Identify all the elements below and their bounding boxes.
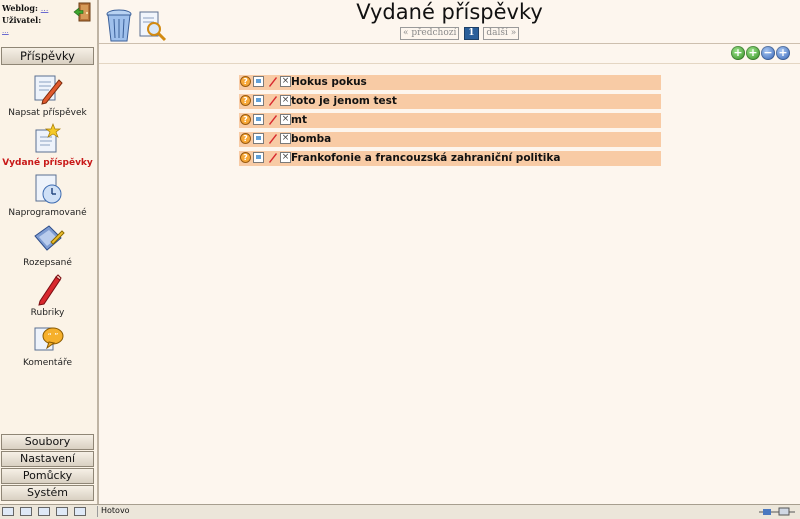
composer-icon[interactable] bbox=[38, 507, 50, 516]
group-button-files[interactable]: Soubory bbox=[1, 434, 94, 450]
pager-next[interactable]: další » bbox=[483, 27, 520, 40]
sidebar-item-comments[interactable]: “ ” Komentáře bbox=[0, 322, 95, 368]
list-item: ? × toto je jenom test bbox=[239, 94, 661, 109]
edit-pencil-icon[interactable] bbox=[267, 114, 278, 125]
post-title[interactable]: mt bbox=[291, 113, 307, 128]
published-posts-icon bbox=[35, 123, 61, 153]
group-button-posts[interactable]: Příspěvky bbox=[1, 47, 94, 65]
edit-pencil-icon[interactable] bbox=[267, 152, 278, 163]
action-buttons: + + − + bbox=[731, 46, 791, 62]
list-item: ? × bomba bbox=[239, 132, 661, 147]
status-text: Hotovo bbox=[101, 506, 130, 515]
sidebar-item-drafts[interactable]: Rozepsané bbox=[0, 222, 95, 268]
page-title: Vydané příspěvky bbox=[356, 0, 543, 24]
post-title[interactable]: bomba bbox=[291, 132, 331, 147]
chat-icon[interactable] bbox=[74, 507, 86, 516]
delete-icon[interactable]: × bbox=[280, 76, 291, 87]
post-title[interactable]: Frankofonie a francouzská zahraniční pol… bbox=[291, 151, 560, 166]
address-book-icon[interactable] bbox=[56, 507, 68, 516]
weblog-row: Weblog: ... bbox=[2, 3, 48, 13]
sidebar-item-label: Komentáře bbox=[22, 358, 73, 368]
list-item: ? × Hokus pokus bbox=[239, 75, 661, 90]
header: Vydané příspěvky « předchozí 1 další » bbox=[99, 0, 800, 44]
edit-pencil-icon[interactable] bbox=[267, 76, 278, 87]
post-title[interactable]: Hokus pokus bbox=[291, 75, 367, 90]
comments-icon: “ ” bbox=[34, 327, 63, 351]
info-icon[interactable]: ? bbox=[240, 95, 251, 106]
categories-icon bbox=[37, 274, 62, 306]
sidebar-item-write[interactable]: Napsat příspěvek bbox=[0, 72, 95, 118]
preview-icon[interactable] bbox=[253, 133, 264, 144]
info-icon[interactable]: ? bbox=[240, 152, 251, 163]
header-divider bbox=[99, 43, 800, 44]
drafts-icon bbox=[33, 225, 65, 251]
edit-pencil-icon[interactable] bbox=[267, 95, 278, 106]
delete-icon[interactable]: × bbox=[280, 133, 291, 144]
info-icon[interactable]: ? bbox=[240, 76, 251, 87]
preview-icon[interactable] bbox=[253, 152, 264, 163]
write-post-icon bbox=[34, 75, 63, 105]
logout-door-icon[interactable] bbox=[73, 2, 93, 22]
post-title[interactable]: toto je jenom test bbox=[291, 94, 397, 109]
group-button-settings[interactable]: Nastavení bbox=[1, 451, 94, 467]
preview-icon[interactable] bbox=[253, 76, 264, 87]
status-icons bbox=[2, 507, 92, 517]
user-label: Uživatel: bbox=[2, 15, 42, 25]
pager-current-page[interactable]: 1 bbox=[464, 27, 479, 40]
navigator-icon[interactable] bbox=[2, 507, 14, 516]
sidebar-item-label: Rozepsané bbox=[23, 258, 72, 268]
list-item: ? × Frankofonie a francouzská zahraniční… bbox=[239, 151, 661, 166]
preview-icon[interactable] bbox=[253, 95, 264, 106]
sidebar-item-label: Napsat příspěvek bbox=[8, 108, 87, 118]
post-list: ? × Hokus pokus ? × toto je jenom test ?… bbox=[239, 75, 661, 170]
content-divider bbox=[99, 63, 800, 64]
scheduled-icon bbox=[35, 174, 61, 204]
plus-green-icon[interactable]: + bbox=[731, 46, 745, 60]
mail-icon[interactable] bbox=[20, 507, 32, 516]
sidebar-item-scheduled[interactable]: Naprogramované bbox=[0, 172, 95, 218]
sidebar-item-label: Vydané příspěvky bbox=[2, 158, 93, 168]
sidebar-item-label: Rubriky bbox=[30, 308, 65, 318]
delete-icon[interactable]: × bbox=[280, 152, 291, 163]
delete-icon[interactable]: × bbox=[280, 114, 291, 125]
status-separator bbox=[97, 506, 98, 517]
weblog-link[interactable]: ... bbox=[41, 4, 49, 13]
sidebar-item-categories[interactable]: Rubriky bbox=[0, 272, 95, 318]
sidebar: Weblog: ... Uživatel: ... Příspěvky Naps… bbox=[0, 0, 99, 504]
pagination: « předchozí 1 další » bbox=[400, 27, 520, 41]
pager-previous[interactable]: « předchozí bbox=[400, 27, 460, 40]
list-item: ? × mt bbox=[239, 113, 661, 128]
preview-icon[interactable] bbox=[253, 114, 264, 125]
plus-blue-icon[interactable]: + bbox=[776, 46, 790, 60]
plus-green-icon[interactable]: + bbox=[746, 46, 760, 60]
delete-icon[interactable]: × bbox=[280, 95, 291, 106]
user-link[interactable]: ... bbox=[2, 27, 9, 35]
sidebar-item-published[interactable]: Vydané příspěvky bbox=[0, 122, 95, 168]
user-info: Weblog: ... Uživatel: ... bbox=[0, 0, 97, 42]
sidebar-item-label: Naprogramované bbox=[8, 208, 87, 218]
connection-icon bbox=[759, 507, 795, 516]
status-bar: Hotovo bbox=[0, 504, 800, 519]
svg-text:“ ”: “ ” bbox=[47, 332, 58, 341]
edit-pencil-icon[interactable] bbox=[267, 133, 278, 144]
weblog-label: Weblog: bbox=[2, 3, 38, 13]
group-button-tools[interactable]: Pomůcky bbox=[1, 468, 94, 484]
info-icon[interactable]: ? bbox=[240, 133, 251, 144]
group-button-system[interactable]: Systém bbox=[1, 485, 94, 501]
info-icon[interactable]: ? bbox=[240, 114, 251, 125]
minus-blue-icon[interactable]: − bbox=[761, 46, 775, 60]
